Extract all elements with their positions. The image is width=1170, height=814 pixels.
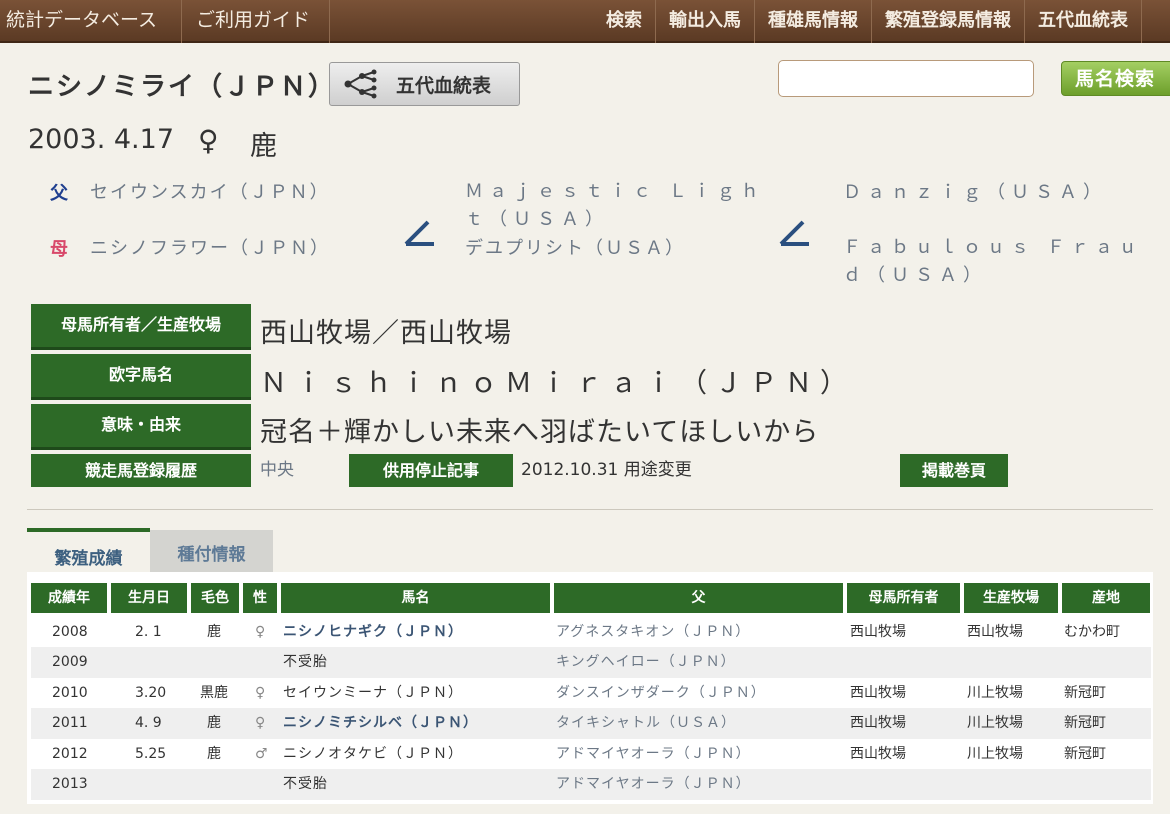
cell-color: 黒鹿: [200, 685, 228, 701]
owner-breeder-value: 西山牧場／西山牧場: [260, 318, 512, 349]
nav-import-export[interactable]: 輸出入馬: [656, 0, 755, 43]
cell-year: 2013: [52, 776, 88, 792]
nav-broodmare-info[interactable]: 繁殖登録馬情報: [872, 0, 1025, 43]
cell-color: 鹿: [207, 715, 221, 731]
cell-horse: 不受胎: [283, 776, 328, 792]
top-navigation-bar: 統計データベース ご利用ガイド 検索 輸出入馬 種雄馬情報 繁殖登録馬情報 五代…: [0, 0, 1170, 43]
col-header-farm: 生産牧場: [964, 583, 1058, 613]
roman-name-label: 欧字馬名: [31, 354, 251, 400]
cell-birth: 4. 9: [135, 715, 162, 731]
female-sex-icon: ♀: [198, 124, 219, 157]
cell-horse: 不受胎: [283, 654, 328, 670]
cell-year: 2008: [52, 624, 88, 640]
cell-sire[interactable]: ダンスインザダーク（ＪＰＮ）: [556, 678, 766, 709]
cell-farm: 川上牧場: [967, 746, 1023, 762]
section-divider: [27, 509, 1153, 510]
meaning-origin-value: 冠名＋輝かしい未来へ羽ばたいてほしいから: [260, 417, 820, 448]
publication-page-button[interactable]: 掲載巻頁: [900, 454, 1008, 487]
cell-owner: 西山牧場: [850, 746, 906, 762]
cell-birth: 2. 1: [135, 624, 162, 640]
cell-color: 鹿: [207, 624, 221, 640]
cell-sire[interactable]: アグネスタキオン（ＪＰＮ）: [556, 617, 750, 648]
retire-record-value: 2012.10.31 用途変更: [521, 460, 692, 480]
nav-left-group: 統計データベース ご利用ガイド: [0, 0, 330, 43]
dam-sire-name[interactable]: Ｍａｊｅｓｔｉｃ Ｌｉｇｈｔ（ＵＳＡ）: [465, 178, 765, 234]
cell-horse: ニシノオタケビ（ＪＰＮ）: [283, 746, 463, 762]
cell-owner: 西山牧場: [850, 685, 906, 701]
nav-right-group: 検索 輸出入馬 種雄馬情報 繁殖登録馬情報 五代血統表: [593, 0, 1142, 43]
owner-breeder-label: 母馬所有者／生産牧場: [31, 304, 251, 350]
cell-place: むかわ町: [1064, 624, 1120, 640]
cell-owner: 西山牧場: [850, 624, 906, 640]
meaning-origin-label: 意味・由来: [31, 404, 251, 450]
cell-farm: 川上牧場: [967, 715, 1023, 731]
cell-year: 2009: [52, 654, 88, 670]
cell-horse-link[interactable]: ニシノヒナギク（ＪＰＮ）: [283, 617, 463, 648]
sire-name[interactable]: セイウンスカイ（ＪＰＮ）: [90, 178, 330, 204]
cell-place: 新冠町: [1064, 715, 1106, 731]
cell-sex: ♀: [255, 715, 266, 731]
dam-dam-sire-name[interactable]: Ｄａｎｚｉｇ（ＵＳＡ）: [843, 178, 1107, 204]
retire-record-label: 供用停止記事: [349, 454, 513, 487]
cell-owner: 西山牧場: [850, 715, 906, 731]
roman-name-value: ＮｉｓｈｉｎｏＭｉｒａｉ（ＪＰＮ）: [260, 368, 855, 399]
cell-sire[interactable]: キングヘイロー（ＪＰＮ）: [556, 647, 736, 678]
dam-dam-dam-name[interactable]: Ｆａｂｕｌｏｕｓ Ｆｒａｕｄ（ＵＳＡ）: [843, 234, 1143, 290]
five-gen-pedigree-button[interactable]: 五代血統表: [329, 62, 520, 106]
tab-breeding-record[interactable]: 繁殖成績: [27, 528, 150, 572]
birth-date: 2003. 4.17: [28, 124, 174, 155]
cell-sire[interactable]: アドマイヤオーラ（ＪＰＮ）: [556, 769, 751, 800]
cell-place: 新冠町: [1064, 746, 1106, 762]
cell-sire[interactable]: タイキシャトル（ＵＳＡ）: [556, 708, 736, 739]
cell-horse-link[interactable]: ニシノミチシルベ（ＪＰＮ）: [283, 708, 478, 739]
cell-horse: セイウンミーナ（ＪＰＮ）: [283, 685, 463, 701]
cell-sex: ♂: [255, 746, 268, 762]
col-header-color: 毛色: [191, 583, 239, 613]
cell-sire[interactable]: アドマイヤオーラ（ＪＰＮ）: [556, 739, 751, 770]
nav-stats-database[interactable]: 統計データベース: [0, 0, 182, 43]
col-header-sex: 性: [243, 583, 277, 613]
nav-user-guide[interactable]: ご利用ガイド: [182, 0, 330, 43]
col-header-owner: 母馬所有者: [847, 583, 960, 613]
sire-label: 父: [50, 183, 68, 204]
nav-search[interactable]: 検索: [593, 0, 656, 43]
race-history-label: 競走馬登録履歴: [31, 454, 251, 487]
nav-five-gen-pedigree[interactable]: 五代血統表: [1025, 0, 1142, 43]
tab-mating-info[interactable]: 種付情報: [150, 530, 273, 572]
birth-info: 2003. 4.17 ♀ 鹿: [28, 124, 277, 163]
pedigree-connector-icon: [404, 220, 434, 246]
cell-year: 2010: [52, 685, 88, 701]
cell-sex: ♀: [255, 685, 266, 701]
dam-dam-name[interactable]: デユプリシト（ＵＳＡ）: [465, 234, 685, 260]
coat-color: 鹿: [250, 131, 277, 162]
cell-birth: 3.20: [135, 685, 167, 701]
col-header-horse: 馬名: [281, 583, 550, 613]
page-title: ニシノミライ（ＪＰＮ）: [28, 72, 337, 102]
cell-farm: 西山牧場: [967, 624, 1023, 640]
dam-label: 母: [50, 239, 68, 260]
cell-birth: 5.25: [135, 746, 167, 762]
col-header-place: 産地: [1062, 583, 1150, 613]
horse-search-input[interactable]: [778, 60, 1034, 97]
cell-year: 2012: [52, 746, 88, 762]
col-header-birth: 生月日: [111, 583, 187, 613]
cell-color: 鹿: [207, 746, 221, 762]
race-history-value[interactable]: 中央: [260, 455, 294, 486]
pedigree-connector-icon: [779, 220, 809, 246]
cell-place: 新冠町: [1064, 685, 1106, 701]
horse-search-button[interactable]: 馬名検索: [1061, 61, 1170, 96]
col-header-sire: 父: [554, 583, 843, 613]
cell-farm: 川上牧場: [967, 685, 1023, 701]
nav-stallion-info[interactable]: 種雄馬情報: [755, 0, 872, 43]
dam-name[interactable]: ニシノフラワー（ＪＰＮ）: [90, 234, 330, 260]
share-tree-icon: [344, 69, 377, 99]
col-header-year: 成績年: [31, 583, 107, 613]
five-gen-pedigree-label: 五代血統表: [396, 74, 492, 97]
cell-sex: ♀: [255, 624, 266, 640]
cell-year: 2011: [52, 715, 88, 731]
